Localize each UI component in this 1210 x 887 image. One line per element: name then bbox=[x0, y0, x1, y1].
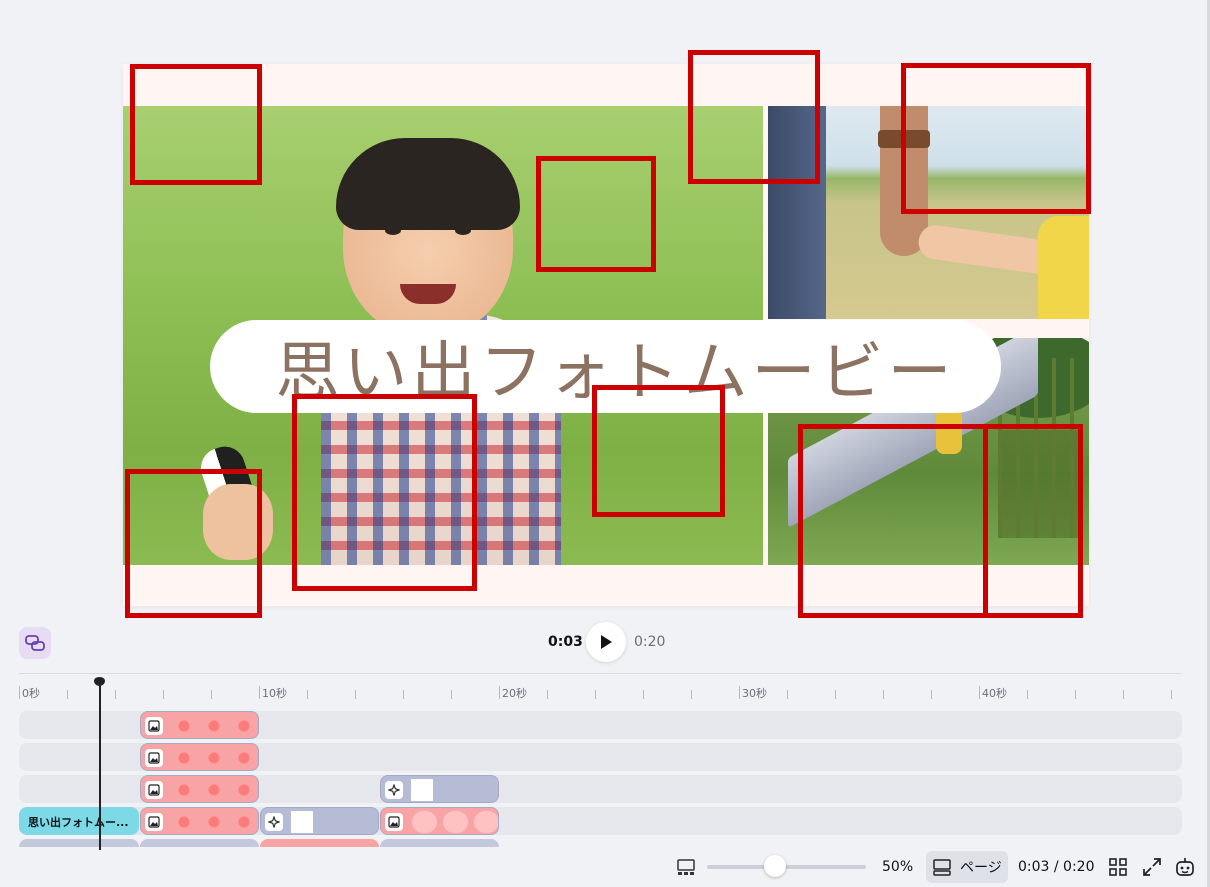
ruler-label-40: 40秒 bbox=[982, 687, 1007, 700]
ruler-label-10: 10秒 bbox=[262, 687, 287, 700]
animation-clip[interactable] bbox=[260, 807, 379, 835]
annotation-box bbox=[798, 424, 988, 618]
ruler-tick bbox=[931, 690, 932, 699]
sparkle-icon bbox=[385, 781, 403, 799]
timeline-clip[interactable] bbox=[19, 839, 139, 847]
image-clip[interactable] bbox=[140, 775, 259, 803]
ruler-tick bbox=[451, 690, 452, 699]
annotation-box bbox=[592, 385, 725, 517]
ruler-divider bbox=[19, 673, 1182, 674]
annotation-box bbox=[536, 156, 656, 272]
clip-thumbnail bbox=[169, 744, 258, 770]
layout-icon[interactable] bbox=[676, 857, 696, 877]
boy-eye-right bbox=[455, 226, 471, 235]
image-icon bbox=[385, 813, 403, 831]
clip-thumbnail bbox=[409, 808, 498, 834]
text-clip[interactable]: 思い出フォトムー... bbox=[19, 807, 139, 835]
page-layout-icon bbox=[933, 859, 951, 876]
image-icon bbox=[145, 717, 163, 735]
assistant-icon[interactable] bbox=[1174, 856, 1196, 878]
link-button[interactable] bbox=[19, 627, 51, 659]
ruler-tick bbox=[19, 686, 20, 699]
ruler-label-20: 20秒 bbox=[502, 687, 527, 700]
ruler-tick bbox=[1123, 690, 1124, 699]
page-view-label: ページ bbox=[960, 860, 1002, 876]
image-icon bbox=[145, 781, 163, 799]
ruler-tick bbox=[1027, 690, 1028, 699]
ruler-tick bbox=[1075, 690, 1076, 699]
ruler-tick bbox=[739, 686, 740, 699]
ruler-label-0: 0秒 bbox=[22, 687, 40, 700]
annotation-box bbox=[688, 50, 820, 184]
ruler-tick bbox=[211, 690, 212, 699]
zoom-level[interactable]: 50% bbox=[882, 859, 913, 875]
link-icon bbox=[25, 635, 45, 651]
zoom-slider[interactable] bbox=[707, 865, 866, 869]
play-icon bbox=[601, 635, 612, 649]
annotation-box bbox=[901, 63, 1091, 214]
total-time: 0:20 bbox=[634, 634, 666, 650]
image-clip[interactable] bbox=[140, 743, 259, 771]
child-dress bbox=[1038, 216, 1089, 319]
ruler-tick bbox=[691, 690, 692, 699]
ruler-tick bbox=[403, 690, 404, 699]
ruler-label-30: 30秒 bbox=[742, 687, 767, 700]
clip-thumbnail bbox=[169, 776, 258, 802]
ruler-tick bbox=[67, 690, 68, 699]
boy-hair bbox=[336, 138, 520, 230]
sparkle-icon bbox=[265, 813, 283, 831]
timeline-clip[interactable] bbox=[140, 839, 259, 847]
ruler-tick bbox=[835, 690, 836, 699]
ruler-tick bbox=[547, 690, 548, 699]
ruler-tick bbox=[979, 686, 980, 699]
ruler-tick bbox=[595, 690, 596, 699]
clip-thumbnail bbox=[169, 712, 258, 738]
timeline-clip[interactable] bbox=[260, 839, 379, 847]
ruler-tick bbox=[259, 686, 260, 699]
clip-thumbnail bbox=[169, 808, 258, 834]
annotation-box bbox=[292, 394, 477, 591]
ruler-tick bbox=[307, 690, 308, 699]
playhead[interactable] bbox=[99, 685, 101, 850]
play-button[interactable] bbox=[586, 622, 626, 662]
ruler-tick bbox=[643, 690, 644, 699]
clip-thumbnail bbox=[291, 811, 313, 833]
zoom-slider-handle[interactable] bbox=[764, 855, 786, 877]
timeline-clip[interactable] bbox=[380, 839, 499, 847]
ruler-tick bbox=[1171, 690, 1172, 699]
animation-clip[interactable] bbox=[380, 775, 499, 803]
ruler-tick bbox=[355, 690, 356, 699]
ruler-tick bbox=[499, 686, 500, 699]
expand-icon[interactable] bbox=[1141, 856, 1163, 878]
annotation-box bbox=[125, 469, 262, 618]
boy-eye-left bbox=[385, 226, 401, 235]
image-icon bbox=[145, 749, 163, 767]
annotation-box bbox=[983, 424, 1083, 618]
ruler-tick bbox=[115, 690, 116, 699]
clip-thumbnail bbox=[411, 779, 433, 801]
annotation-box bbox=[130, 64, 262, 185]
image-icon bbox=[145, 813, 163, 831]
ruler-tick bbox=[883, 690, 884, 699]
ruler-tick bbox=[163, 690, 164, 699]
image-clip[interactable] bbox=[380, 807, 499, 835]
image-clip[interactable] bbox=[140, 807, 259, 835]
ruler-tick bbox=[787, 690, 788, 699]
current-time: 0:03 bbox=[548, 634, 583, 650]
text-clip-label: 思い出フォトムー... bbox=[28, 816, 129, 829]
grid-icon[interactable] bbox=[1107, 856, 1129, 878]
page-view-button[interactable]: ページ bbox=[926, 851, 1008, 883]
image-clip[interactable] bbox=[140, 711, 259, 739]
time-readout: 0:03 / 0:20 bbox=[1018, 859, 1095, 875]
